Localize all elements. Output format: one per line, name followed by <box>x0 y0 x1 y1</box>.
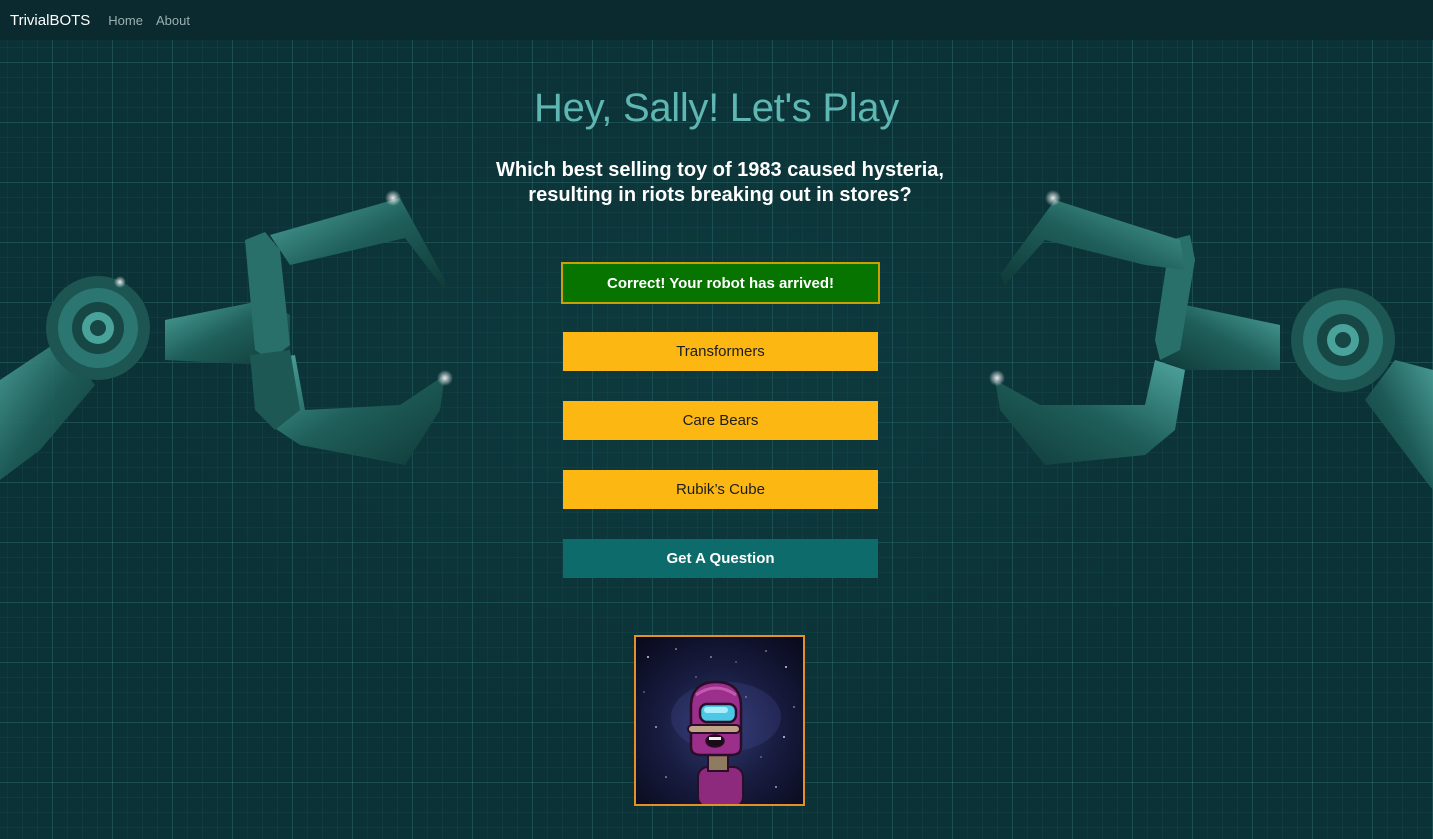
answer-button-transformers[interactable]: Transformers <box>563 332 878 371</box>
answer-correct-feedback-button[interactable]: Correct! Your robot has arrived! <box>561 262 880 304</box>
get-question-button[interactable]: Get A Question <box>563 539 878 578</box>
greeting-heading: Hey, Sally! Let's Play <box>534 86 899 130</box>
game-panel: Hey, Sally! Let's Play Which best sellin… <box>0 0 1433 839</box>
robot-avatar-icon <box>636 637 803 804</box>
answer-button-care-bears[interactable]: Care Bears <box>563 401 878 440</box>
answer-button-rubiks-cube[interactable]: Rubik’s Cube <box>563 470 878 509</box>
nav-link-about[interactable]: About <box>156 13 190 28</box>
nav-link-home[interactable]: Home <box>108 13 143 28</box>
brand-link[interactable]: TrivialBOTS <box>10 12 90 29</box>
navbar: TrivialBOTS Home About <box>0 0 1433 40</box>
robot-avatar <box>634 635 805 806</box>
question-text: Which best selling toy of 1983 caused hy… <box>496 159 944 206</box>
